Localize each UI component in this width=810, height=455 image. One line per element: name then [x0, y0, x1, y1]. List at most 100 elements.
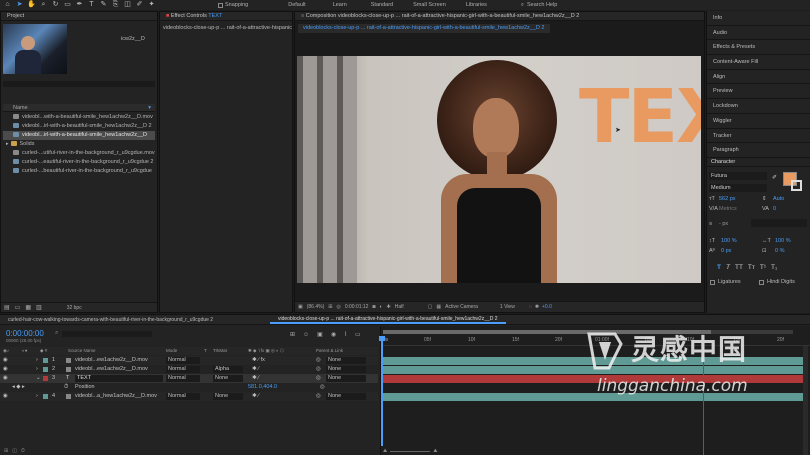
frame-blend-icon[interactable]: ▣	[317, 331, 323, 338]
panel-tracker[interactable]: Tracker	[707, 128, 810, 144]
orbit-camera-icon[interactable]: ↻	[51, 1, 60, 9]
layer-track-4[interactable]	[383, 393, 803, 401]
interpret-footage-icon[interactable]: ▤	[4, 304, 10, 311]
switch-icons[interactable]: ✱ ∕	[252, 365, 259, 374]
timeline-tab-2[interactable]: videoblocks-close-up-p ... rait-of-a-att…	[270, 316, 506, 324]
selection-tool-icon[interactable]: ➤	[15, 1, 24, 9]
composition-subtab[interactable]: videoblocks-close-up-p ... rait-of-a-att…	[298, 24, 550, 33]
layer-search-input[interactable]	[62, 331, 152, 337]
shy-icon[interactable]: ☺	[303, 332, 309, 338]
ws-small-screen[interactable]: Small Screen	[413, 2, 446, 8]
parent-select[interactable]: None	[326, 375, 366, 382]
resolution-select[interactable]: Half	[395, 304, 404, 310]
pen-tool-icon[interactable]: ✒	[75, 1, 84, 9]
playhead-handle[interactable]	[379, 336, 385, 341]
all-caps-button[interactable]: TT	[735, 264, 743, 271]
trkmat-select[interactable]: None	[213, 375, 243, 382]
panel-wiggler[interactable]: Wiggler	[707, 113, 810, 129]
stroke-color-swatch[interactable]	[791, 180, 802, 191]
exposure-field[interactable]: +0.0	[542, 304, 552, 310]
layer-track-1[interactable]	[383, 357, 803, 365]
hindi-digits-checkbox[interactable]	[759, 279, 764, 285]
ws-learn[interactable]: Learn	[333, 2, 347, 8]
mode-select[interactable]: Normal	[166, 375, 200, 382]
pickwhip-icon[interactable]: ◎	[320, 383, 325, 392]
brush-tool-icon[interactable]: ✎	[99, 1, 108, 9]
position-value[interactable]: 581.0,404.0	[248, 383, 277, 392]
panel-audio[interactable]: Audio	[707, 25, 810, 41]
timeline-graph[interactable]: 0s 05f 10f 15f 20f 01:00f 05f 10f 15f 20…	[379, 326, 810, 455]
baseline-shift-field[interactable]: 0 px	[721, 248, 731, 254]
roto-brush-icon[interactable]: ✐	[135, 1, 144, 9]
mode-select[interactable]: Normal	[166, 366, 200, 373]
pickwhip-icon[interactable]: ◎	[316, 356, 321, 365]
eyedropper-icon[interactable]: ✐	[772, 174, 777, 181]
snapshot-icon[interactable]: ◙	[372, 304, 375, 310]
trkmat-select[interactable]: None	[213, 393, 243, 400]
ws-default[interactable]: Default	[288, 2, 305, 8]
view-select[interactable]: 1 View	[500, 304, 515, 310]
switch-icons[interactable]: ✱ ∕	[252, 374, 259, 383]
leading-field[interactable]: Auto	[773, 196, 784, 202]
table-row[interactable]: ◉ › 2 videobl...ew1achw2z__D.mov Normal …	[0, 365, 378, 374]
composition-tab[interactable]: ≡ Composition videoblocks-close-up-p ...…	[295, 12, 704, 21]
faux-italic-button[interactable]: T	[726, 264, 730, 271]
trkmat-select[interactable]: Alpha	[213, 366, 243, 373]
layer-name[interactable]: videobl...ew1achw2z__D.mov	[75, 365, 148, 374]
mask-icon[interactable]: ◎	[336, 304, 340, 310]
hindi-digits-option[interactable]: Hindi Digits	[759, 279, 795, 285]
time-ruler[interactable]: 0s 05f 10f 15f 20f 01:00f 05f 10f 15f 20…	[381, 336, 810, 346]
expand-arrow-icon[interactable]: ›	[36, 365, 38, 374]
home-icon[interactable]: ⌂	[3, 1, 12, 9]
panel-content-aware-fill[interactable]: Content-Aware Fill	[707, 55, 810, 70]
render-time-icon[interactable]: ⏱	[21, 448, 25, 454]
table-row[interactable]: ◉ › 4 videobl...a_hew1achw2z__D.mov Norm…	[0, 392, 378, 401]
time-stretch-icon[interactable]: ▭	[355, 331, 361, 338]
subscript-button[interactable]: T₁	[771, 264, 777, 271]
switch-icons[interactable]: ✱ ∕ fx	[252, 356, 265, 365]
panel-lockdown[interactable]: Lockdown	[707, 99, 810, 114]
zoom-tool-icon[interactable]: ⌕	[39, 1, 48, 9]
ws-standard[interactable]: Standard	[371, 2, 393, 8]
parent-select[interactable]: None	[326, 366, 366, 373]
expand-arrow-icon[interactable]: ›	[36, 392, 38, 401]
new-comp-icon[interactable]: ▦	[25, 304, 31, 311]
color-swatch-icon[interactable]: ✚	[387, 304, 391, 310]
list-item[interactable]: videobl...irl-with-a-beautiful-smile_hew…	[3, 122, 155, 131]
project-search[interactable]	[3, 81, 155, 87]
table-row[interactable]: ◉ ⌄ 3 T TEXT Normal None ✱ ∕ ◎ None	[0, 374, 378, 383]
keyframe-nav-icon[interactable]: ◂ ◆ ▸	[12, 383, 25, 392]
transparency-icon[interactable]: ▦	[436, 304, 441, 310]
rectangle-tool-icon[interactable]: ▭	[63, 1, 72, 9]
eraser-tool-icon[interactable]: ◫	[123, 1, 132, 9]
pickwhip-icon[interactable]: ◎	[316, 374, 321, 383]
toggle-switches-icon[interactable]: ⊞	[4, 448, 8, 454]
layer-name[interactable]: TEXT	[75, 375, 163, 382]
table-row[interactable]: ◉ › 1 videobl...ew1achw2z__D.mov Normal …	[0, 356, 378, 365]
zoom-in-icon[interactable]: ⛰	[433, 448, 437, 454]
zoom-out-icon[interactable]: ⛰	[383, 448, 387, 454]
eye-icon[interactable]: ◉	[3, 365, 8, 374]
list-item[interactable]: videobl...irl-with-a-beautiful-smile_hew…	[3, 131, 155, 140]
clone-tool-icon[interactable]: ⎘	[111, 1, 120, 9]
zoom-slider[interactable]: ⛰ ⛰	[383, 448, 437, 454]
eye-icon[interactable]: ◉	[3, 392, 8, 401]
pickwhip-icon[interactable]: ◎	[316, 392, 321, 401]
pickwhip-icon[interactable]: ◎	[316, 365, 321, 374]
ligatures-option[interactable]: Ligatures	[710, 279, 741, 285]
panel-paragraph[interactable]: Paragraph	[707, 143, 810, 158]
layer-track-3[interactable]	[383, 375, 803, 383]
work-area-range[interactable]	[383, 330, 711, 334]
stopwatch-icon[interactable]: ⏱	[64, 383, 68, 392]
puppet-pin-icon[interactable]: ✦	[147, 1, 156, 9]
mode-header[interactable]: Mode	[166, 347, 177, 355]
layer-name[interactable]: videobl...a_hew1achw2z__D.mov	[75, 392, 157, 401]
font-family-select[interactable]: Futura	[709, 172, 767, 180]
grid-icon[interactable]: ⊞	[328, 304, 332, 310]
parent-select[interactable]: None	[326, 357, 366, 364]
expand-arrow-icon[interactable]: ›	[36, 356, 38, 365]
parent-link-header[interactable]: Parent & Link	[316, 347, 343, 355]
search-help-field[interactable]: Search Help	[527, 2, 557, 8]
tracking-field[interactable]: 0	[773, 206, 776, 212]
current-time-display[interactable]: 0:00:00:00	[6, 329, 44, 338]
